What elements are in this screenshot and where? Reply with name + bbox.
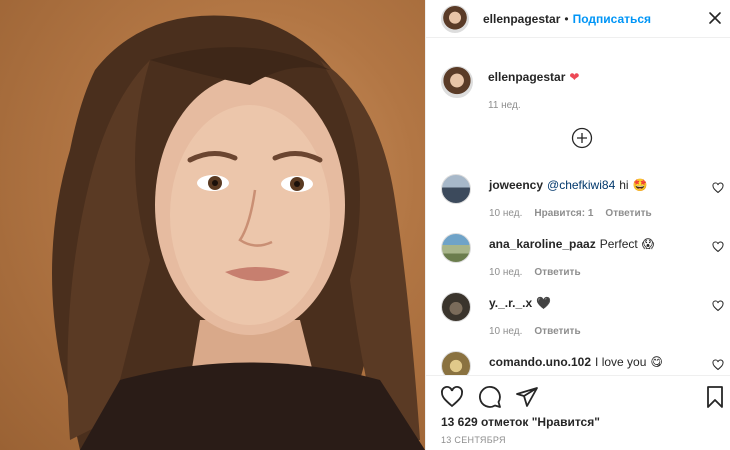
portrait-image [52, 15, 425, 450]
follow-button[interactable]: Подписаться [573, 12, 651, 26]
comment-item: joweency @chefkiwi84 hi 🤩 10 нед. Нравит… [441, 174, 726, 235]
comment-author[interactable]: y._.r._.x [489, 296, 532, 310]
heart-icon[interactable] [440, 385, 464, 409]
emoji-icon: 🖤 [536, 296, 552, 310]
emoji-icon: 😱 [641, 237, 655, 251]
reply-button[interactable]: Ответить [534, 267, 580, 278]
post-header: ellenpagestar • Подписаться [426, 0, 730, 38]
comment-mention[interactable]: @chefkiwi84 [547, 178, 615, 192]
comment-time: 10 нед. [489, 326, 523, 337]
emoji-icon: 🤩 [632, 178, 648, 192]
share-icon[interactable] [515, 385, 539, 409]
emoji-icon: 😋 [650, 355, 663, 369]
comment-icon[interactable] [478, 385, 502, 409]
post-photo [0, 0, 425, 450]
likes-count[interactable]: 13 629 отметок "Нравится" [441, 415, 600, 429]
comment-text: I love you [595, 355, 647, 369]
comment-item: y._.r._.x 🖤 10 нед. Ответить [441, 292, 726, 353]
post-caption: ellenpagestar ❤ 11 нед. [441, 66, 579, 111]
comment-time: 10 нед. [489, 267, 523, 278]
avatar[interactable] [441, 292, 471, 322]
plus-circle-icon[interactable] [571, 127, 593, 149]
comment-likes[interactable]: Нравится: 1 [534, 208, 593, 219]
post-date: 13 СЕНТЯБРЯ [441, 435, 506, 445]
avatar[interactable] [441, 174, 471, 204]
bookmark-icon[interactable] [703, 385, 727, 409]
reply-button[interactable]: Ответить [605, 208, 651, 219]
separator-dot: • [564, 11, 569, 26]
post-sidebar: ellenpagestar • Подписаться ellenpagesta… [425, 0, 730, 450]
header-username[interactable]: ellenpagestar [483, 12, 560, 26]
caption-time: 11 нед. [488, 100, 521, 111]
avatar[interactable] [441, 4, 469, 33]
comment-text: hi [619, 178, 629, 192]
avatar[interactable] [441, 233, 471, 263]
heart-icon[interactable] [712, 241, 724, 253]
reply-button[interactable]: Ответить [534, 326, 580, 337]
heart-icon[interactable] [712, 182, 724, 194]
heart-icon[interactable] [712, 300, 724, 312]
caption-username[interactable]: ellenpagestar [488, 70, 565, 84]
heart-icon[interactable] [712, 359, 724, 371]
action-bar: 13 629 отметок "Нравится" 13 СЕНТЯБРЯ [426, 375, 730, 450]
close-icon[interactable] [707, 10, 723, 26]
avatar[interactable] [441, 66, 473, 98]
comment-author[interactable]: joweency [489, 178, 543, 192]
comment-time: 10 нед. [489, 208, 523, 219]
comment-text: Perfect [599, 237, 638, 251]
comment-item: ana_karoline_paaz Perfect 😱 10 нед. Отве… [441, 233, 726, 294]
heart-emoji-icon: ❤ [569, 70, 580, 84]
comment-author[interactable]: comando.uno.102 [489, 355, 591, 369]
comment-author[interactable]: ana_karoline_paaz [489, 237, 596, 251]
